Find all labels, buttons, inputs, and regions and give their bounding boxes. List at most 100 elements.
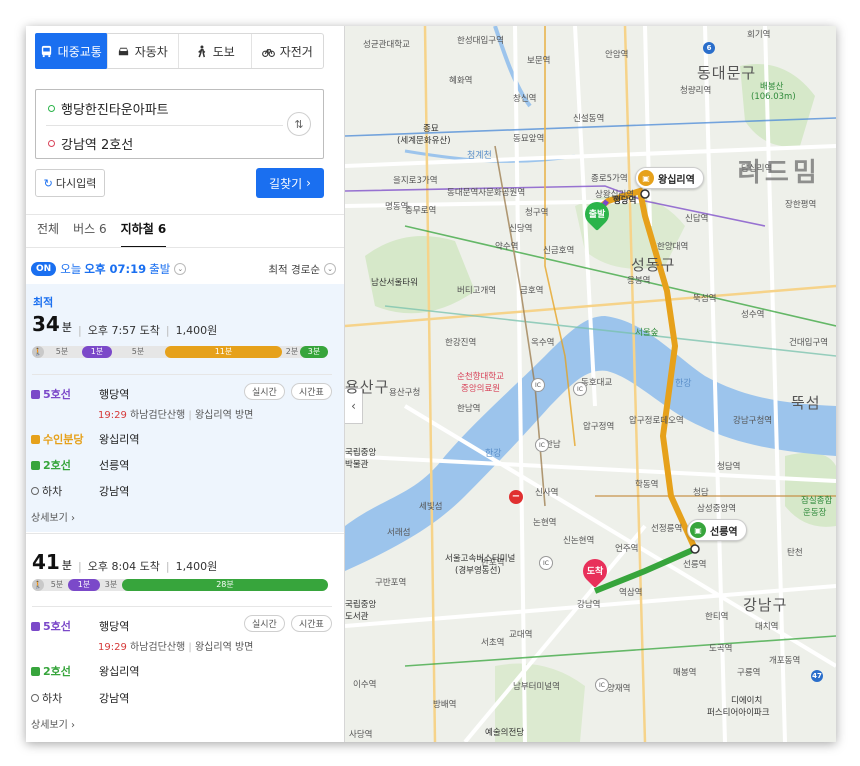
mode-tab-transit[interactable]: 대중교통 <box>35 33 108 69</box>
subway-icon <box>31 434 40 444</box>
mode-tab-bicycle[interactable]: 자전거 <box>252 34 324 68</box>
mode-tab-label: 대중교통 <box>57 44 102 59</box>
arrive-marker-label: 도착 <box>586 567 604 577</box>
leg-line-label: 5호선 <box>43 620 71 633</box>
start-marker[interactable]: 출발 <box>580 197 614 232</box>
ic-interchange-icon: IC <box>531 378 545 392</box>
leg-station: 선릉역 <box>99 459 130 472</box>
ic-interchange-icon: IC <box>595 678 609 692</box>
leg-line: 5호선 <box>31 386 99 402</box>
reset-button[interactable]: ↻ 다시입력 <box>35 169 105 197</box>
station-pin-wangsimni[interactable]: ▣ 왕십리역 <box>635 167 704 189</box>
details-link[interactable]: 상세보기 › <box>31 509 75 524</box>
map-label: 구반포역 <box>375 578 407 588</box>
filter-tab-bus[interactable]: 버스 6 <box>73 220 107 248</box>
map-label: 이수역 <box>353 680 377 690</box>
best-route-tag: 최적 <box>33 296 54 309</box>
no-entry-icon: − <box>509 490 523 504</box>
filter-tab-all[interactable]: 전체 <box>37 220 59 248</box>
map-label: 한강 <box>675 379 692 389</box>
timetable-button[interactable]: 시간표 <box>291 615 332 632</box>
map-label: 동묘앞역 <box>513 134 545 144</box>
route-card[interactable]: 41 분 | 오후 8:04 도착 | 1,400원 🚶 5분 1분 3분 28분 5호… <box>26 534 344 742</box>
leg-station: 왕십리역 <box>99 665 140 678</box>
highway-6-icon: 6 <box>703 42 715 54</box>
leg-direction: 하남검단산행 <box>130 642 186 653</box>
route-meta: | 오후 7:57 도착 | 1,400원 <box>78 323 218 338</box>
highway-47-icon: 47 <box>811 670 823 682</box>
details-label: 상세보기 <box>31 513 68 524</box>
map-label: 약수역 <box>495 242 519 252</box>
map-label: 회기역 <box>747 30 771 40</box>
route-duration: 41 분 <box>32 550 72 574</box>
line2-segment: 3분 <box>300 346 328 358</box>
origin-value: 행당한진타운아파트 <box>61 103 169 118</box>
map-label: 순천향대학교 <box>457 372 504 382</box>
map-label: 응봉역 <box>627 276 651 286</box>
sort-dropdown[interactable]: 최적 경로순 ⌄ <box>268 262 336 277</box>
chevron-right-icon: › <box>306 176 311 190</box>
realtime-on-toggle[interactable]: ON <box>31 262 57 276</box>
swap-button[interactable]: ⇅ <box>287 112 311 136</box>
mode-tab-walk[interactable]: 도보 <box>179 34 252 68</box>
swap-icon: ⇅ <box>294 117 304 131</box>
map-label: 방배역 <box>433 700 457 710</box>
station-pin-label: 선릉역 <box>710 526 738 538</box>
map-label: 동대문구 <box>697 64 757 82</box>
subway-icon <box>31 621 40 631</box>
find-route-button[interactable]: 길찾기 › <box>256 168 324 198</box>
destination-field[interactable]: 강남역 2호선 <box>48 134 133 153</box>
map-label: 한남역 <box>457 404 481 414</box>
realtime-button[interactable]: 실시간 <box>244 383 285 400</box>
origin-dot-icon <box>48 105 55 112</box>
chevron-down-icon[interactable]: ⌄ <box>174 263 187 275</box>
filter-tab-subway[interactable]: 지하철 6 <box>120 220 167 248</box>
leg-line-label: 하차 <box>42 692 63 705</box>
map-label: 서래섬 <box>387 528 411 538</box>
park-namsan <box>365 236 475 314</box>
map-label: 중앙의료원 <box>461 384 501 394</box>
duration-minutes: 41 <box>32 550 60 574</box>
map-label: 운동장 <box>803 508 827 518</box>
map-label: 뚝섬역 <box>693 294 717 304</box>
leg-station: 강남역 <box>99 692 130 705</box>
walk-segment: 2분 <box>285 347 299 356</box>
card-divider <box>32 374 332 375</box>
map-label: 세빛섬 <box>419 502 443 512</box>
origin-field[interactable]: 행당한진타운아파트 <box>48 99 169 118</box>
duration-unit: 분 <box>61 559 72 572</box>
leg-line: 2호선 <box>31 457 99 473</box>
mode-tab-car[interactable]: 자동차 <box>107 34 179 68</box>
car-icon <box>118 47 128 55</box>
map-label: 퍼스티어아이파크 <box>707 708 770 718</box>
station-pin-seolleung[interactable]: ▣ 선릉역 <box>687 519 747 541</box>
route-card[interactable]: 최적 34 분 | 오후 7:57 도착 | 1,400원 🚶 5분 1분 5분 11분… <box>26 284 344 532</box>
leg-line: 하차 <box>31 690 99 706</box>
walk-segment: 5분 <box>131 347 145 356</box>
walk-icon <box>197 45 205 57</box>
map-view[interactable]: ‹ 성균관대학교 한성대입구역 보문역 안암역 동대문구 회기역 혜화역 창신역… <box>345 26 836 742</box>
timetable-button[interactable]: 시간표 <box>291 383 332 400</box>
map-label: 강남구 <box>743 596 788 614</box>
leg-station: 행당역 <box>99 388 130 401</box>
refresh-icon: ↻ <box>43 176 53 190</box>
realtime-button[interactable]: 실시간 <box>244 615 285 632</box>
map-label: 박물관 <box>345 460 369 470</box>
map-label: 선릉역 <box>683 560 707 570</box>
map-label: 뚝섬 <box>791 394 821 412</box>
map-label: 디에이치 <box>731 696 763 706</box>
subway-icon: ▣ <box>638 170 654 186</box>
details-link[interactable]: 상세보기 › <box>31 716 75 731</box>
leg-direction: 하남검단산행 <box>130 410 186 421</box>
start-marker-label: 출발 <box>588 210 606 220</box>
ic-interchange-icon: IC <box>573 382 587 396</box>
map-label: 청담 <box>693 488 709 498</box>
map-label: 서울숲 <box>635 328 659 338</box>
bus-icon <box>41 45 51 57</box>
subway-icon <box>31 460 40 470</box>
departure-clock[interactable]: 오후 07:19 <box>84 261 146 277</box>
map-label: 성동구 <box>631 256 676 274</box>
arrive-marker[interactable]: 도착 <box>578 554 612 589</box>
map-label: 명동역 <box>385 202 409 212</box>
map-label: 압구정로데오역 <box>629 416 684 426</box>
